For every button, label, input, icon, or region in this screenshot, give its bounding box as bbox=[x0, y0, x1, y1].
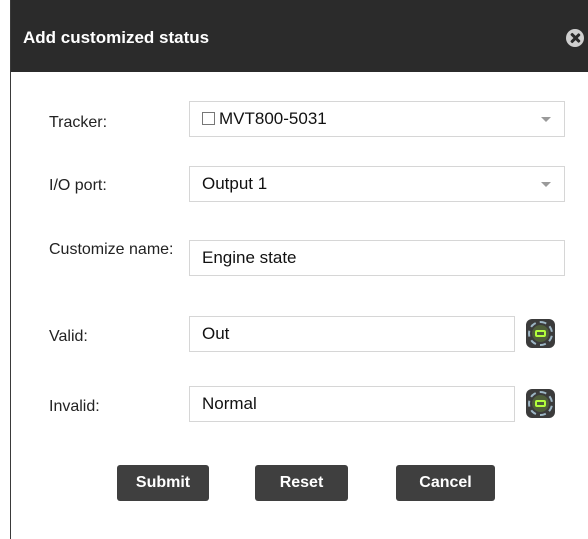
valid-value: Out bbox=[202, 324, 230, 343]
cancel-button[interactable]: Cancel bbox=[396, 465, 495, 501]
dialog-title: Add customized status bbox=[23, 28, 210, 47]
engine-icon[interactable] bbox=[526, 319, 555, 348]
dialog-titlebar: Add customized status bbox=[11, 0, 588, 72]
invalid-label: Invalid: bbox=[49, 398, 100, 415]
valid-label: Valid: bbox=[49, 328, 88, 345]
submit-button[interactable]: Submit bbox=[117, 465, 209, 501]
add-status-dialog: Add customized status Tracker: MVT800-50… bbox=[10, 0, 588, 539]
invalid-input[interactable]: Normal bbox=[189, 386, 515, 422]
tracker-select[interactable]: MVT800-5031 bbox=[189, 101, 565, 137]
valid-input[interactable]: Out bbox=[189, 316, 515, 352]
tracker-label: Tracker: bbox=[49, 114, 108, 131]
customize-name-label: Customize name: bbox=[49, 241, 174, 258]
chevron-down-icon bbox=[541, 117, 551, 122]
io-port-label: I/O port: bbox=[49, 177, 107, 194]
engine-icon[interactable] bbox=[526, 389, 555, 418]
customize-name-value: Engine state bbox=[202, 248, 297, 267]
customize-name-input[interactable]: Engine state bbox=[189, 240, 565, 276]
chevron-down-icon bbox=[541, 182, 551, 187]
invalid-value: Normal bbox=[202, 394, 257, 413]
page-background-strip bbox=[0, 0, 10, 539]
io-port-value: Output 1 bbox=[202, 174, 268, 193]
tracker-checkbox[interactable] bbox=[202, 112, 215, 125]
close-icon[interactable] bbox=[566, 29, 584, 47]
tracker-value: MVT800-5031 bbox=[219, 109, 327, 128]
reset-button[interactable]: Reset bbox=[255, 465, 348, 501]
io-port-select[interactable]: Output 1 bbox=[189, 166, 565, 202]
